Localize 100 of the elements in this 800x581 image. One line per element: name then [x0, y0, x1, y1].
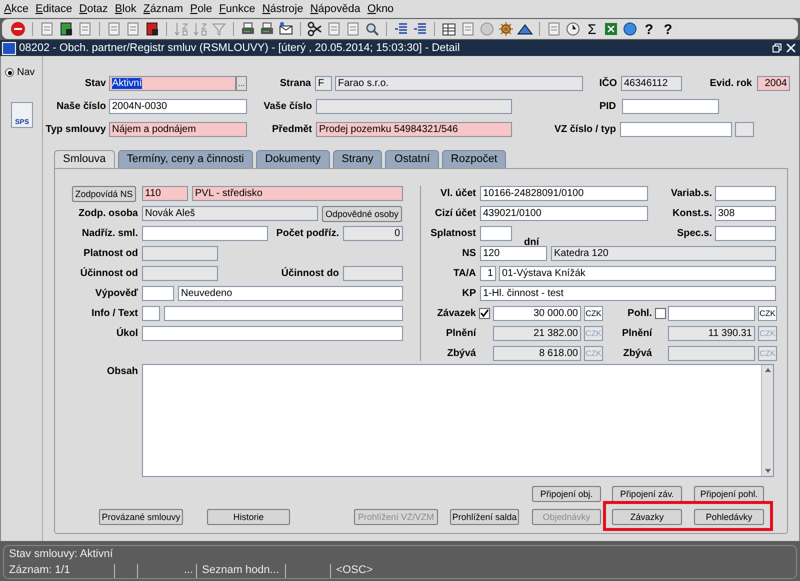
- close-icon[interactable]: [786, 43, 796, 53]
- search-icon[interactable]: [364, 21, 380, 37]
- menu-item[interactable]: Nástroje: [262, 0, 304, 18]
- envelope-icon[interactable]: [278, 21, 294, 37]
- input-field[interactable]: [715, 226, 776, 241]
- document-icon[interactable]: [144, 21, 160, 37]
- input-field[interactable]: 8 618.00: [493, 346, 581, 361]
- input-field[interactable]: 2004N-0030: [109, 99, 247, 114]
- printer-icon[interactable]: [240, 21, 256, 37]
- sum-icon[interactable]: Σ: [584, 21, 600, 37]
- menu-item[interactable]: Blok: [114, 0, 136, 18]
- input-field[interactable]: Neuvedeno: [178, 286, 403, 301]
- input-field[interactable]: Aktivní: [109, 76, 236, 91]
- scroll-down-icon[interactable]: [764, 468, 772, 474]
- checkbox[interactable]: [655, 308, 666, 319]
- input-field[interactable]: PVL - středisko: [192, 186, 403, 201]
- table-icon[interactable]: [441, 21, 457, 37]
- input-field[interactable]: Prodej pozemku 54984321/546: [316, 122, 512, 137]
- sort-icon[interactable]: [173, 21, 189, 37]
- input-field[interactable]: 439021/0100: [480, 206, 648, 221]
- input-field[interactable]: CZK: [584, 306, 603, 321]
- document-icon[interactable]: [58, 21, 74, 37]
- list-icon[interactable]: [393, 21, 409, 37]
- input-field[interactable]: 0: [343, 226, 403, 241]
- input-field[interactable]: [735, 122, 754, 137]
- scrollbar[interactable]: [761, 365, 773, 476]
- spreadsheet-icon[interactable]: [603, 21, 619, 37]
- input-field[interactable]: 1: [480, 266, 496, 281]
- input-field[interactable]: Katedra 120: [551, 246, 776, 261]
- help-icon[interactable]: ?: [660, 21, 676, 37]
- input-field[interactable]: 11 390.31: [668, 326, 755, 341]
- menu-item[interactable]: Funkce: [219, 0, 256, 18]
- tab[interactable]: Dokumenty: [256, 150, 330, 168]
- menu-item[interactable]: Akce: [4, 0, 28, 18]
- scroll-up-icon[interactable]: [764, 367, 772, 373]
- input-field[interactable]: 01-Výstava Knížák: [499, 266, 776, 281]
- input-field[interactable]: [142, 226, 268, 241]
- input-field[interactable]: [480, 226, 512, 241]
- input-field[interactable]: [164, 306, 403, 321]
- wheel-icon[interactable]: [498, 21, 514, 37]
- form-button[interactable]: Prohlížení salda: [450, 509, 519, 525]
- menu-item[interactable]: Nápověda: [310, 0, 360, 18]
- input-field[interactable]: [142, 246, 218, 261]
- form-button[interactable]: Připojení pohl.: [694, 486, 764, 502]
- input-field[interactable]: [142, 266, 218, 281]
- input-field[interactable]: [668, 306, 755, 321]
- input-field[interactable]: 10166-24828091/0100: [480, 186, 648, 201]
- input-field[interactable]: [668, 346, 755, 361]
- form-button[interactable]: Odpovědné osoby: [322, 206, 402, 222]
- input-field[interactable]: 21 382.00: [493, 326, 581, 341]
- menu-item[interactable]: Záznam: [143, 0, 184, 18]
- input-field[interactable]: 120: [480, 246, 547, 261]
- menu-item[interactable]: Pole: [190, 0, 212, 18]
- radio-button[interactable]: [5, 68, 14, 77]
- tab[interactable]: Rozpočet: [442, 150, 506, 168]
- input-field[interactable]: 30 000.00: [493, 306, 581, 321]
- menu-item[interactable]: Okno: [367, 0, 394, 18]
- input-field[interactable]: Novák Aleš: [142, 206, 318, 221]
- input-field[interactable]: Nájem a podnájem: [109, 122, 247, 137]
- form-button[interactable]: Připojení záv.: [612, 486, 682, 502]
- input-field[interactable]: 308: [715, 206, 776, 221]
- form-button[interactable]: Historie: [207, 509, 290, 525]
- form-button[interactable]: Připojení obj.: [532, 486, 601, 502]
- input-field[interactable]: [343, 266, 403, 281]
- form-button[interactable]: Zodpovídá NS: [72, 186, 136, 202]
- clock-icon[interactable]: [565, 21, 581, 37]
- input-field[interactable]: F: [315, 76, 332, 91]
- form-button[interactable]: Provázané smlouvy: [99, 509, 183, 525]
- input-field[interactable]: [142, 286, 174, 301]
- input-field[interactable]: CZK: [758, 306, 777, 321]
- input-field[interactable]: [142, 326, 403, 341]
- tab[interactable]: Ostatní: [385, 150, 439, 168]
- input-field[interactable]: [622, 99, 719, 114]
- sort-icon[interactable]: [192, 21, 208, 37]
- menu-item[interactable]: Dotaz: [79, 0, 108, 18]
- checkbox[interactable]: [479, 308, 490, 319]
- input-field[interactable]: 46346112: [621, 76, 682, 91]
- form-button[interactable]: Závazky: [612, 509, 682, 525]
- text-area[interactable]: [142, 364, 774, 477]
- restore-icon[interactable]: [772, 43, 782, 53]
- tab[interactable]: Smlouva: [54, 150, 115, 168]
- list-icon[interactable]: [412, 21, 428, 37]
- stop-icon[interactable]: [10, 21, 26, 37]
- input-field[interactable]: 1-Hl. činnost - test: [480, 286, 776, 301]
- input-field[interactable]: [715, 186, 776, 201]
- help-icon[interactable]: ?: [641, 21, 657, 37]
- input-field[interactable]: [142, 306, 160, 321]
- input-field[interactable]: Farao s.r.o.: [335, 76, 583, 91]
- list-button[interactable]: ...: [236, 76, 247, 91]
- input-field[interactable]: [316, 99, 512, 114]
- menu-item[interactable]: Editace: [35, 0, 72, 18]
- printer-icon[interactable]: [259, 21, 275, 37]
- tab[interactable]: Strany: [332, 150, 382, 168]
- form-button[interactable]: Pohledávky: [694, 509, 764, 525]
- input-field[interactable]: 2004: [757, 76, 790, 91]
- input-field[interactable]: [620, 122, 732, 137]
- input-field[interactable]: 110: [142, 186, 188, 201]
- funnel-icon[interactable]: [211, 21, 227, 37]
- tab[interactable]: Termíny, ceny a činnosti: [118, 150, 253, 168]
- scissors-icon[interactable]: [307, 21, 323, 37]
